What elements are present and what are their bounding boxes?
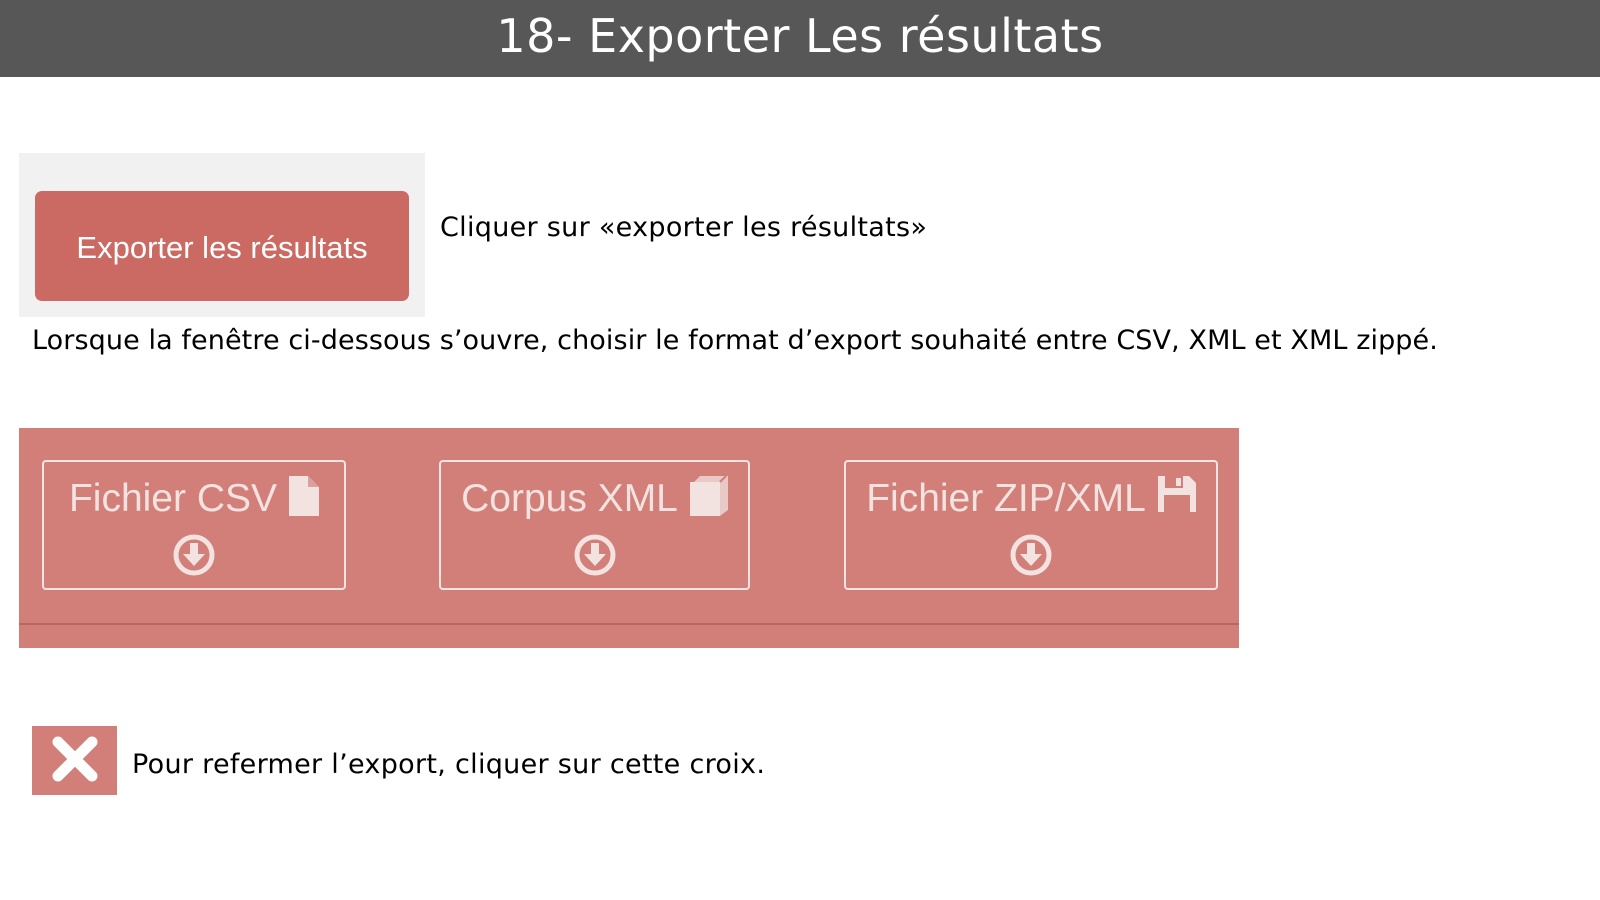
page-title: 18- Exporter Les résultats	[496, 9, 1104, 63]
csv-export-button[interactable]: Fichier CSV	[42, 460, 346, 590]
export-button-screenshot: Exporter les résultats	[19, 153, 425, 317]
book-icon	[689, 475, 728, 520]
export-format-panel: Fichier CSV Corpus XML Fichier ZIP/XML	[19, 428, 1239, 648]
arrow-circle-down-icon	[574, 534, 616, 576]
csv-export-label: Fichier CSV	[68, 477, 278, 520]
file-icon	[289, 476, 320, 520]
step1-instruction: Cliquer sur «exporter les résultats»	[440, 212, 928, 243]
zip-xml-export-label: Fichier ZIP/XML	[866, 477, 1146, 520]
panel-divider	[19, 623, 1239, 625]
close-export-button[interactable]	[32, 726, 117, 795]
arrow-circle-down-icon	[173, 534, 215, 576]
xml-export-button[interactable]: Corpus XML	[439, 460, 750, 590]
floppy-disk-icon	[1157, 476, 1196, 516]
xml-export-label: Corpus XML	[461, 477, 678, 520]
arrow-circle-down-icon	[1010, 534, 1052, 576]
close-x-icon	[52, 736, 98, 786]
zip-xml-export-button[interactable]: Fichier ZIP/XML	[844, 460, 1218, 590]
step3-instruction: Pour refermer l’export, cliquer sur cett…	[132, 749, 766, 780]
title-bar: 18- Exporter Les résultats	[0, 0, 1600, 77]
export-results-button[interactable]: Exporter les résultats	[35, 191, 409, 301]
step2-instruction: Lorsque la fenêtre ci-dessous s’ouvre, c…	[32, 325, 1438, 356]
